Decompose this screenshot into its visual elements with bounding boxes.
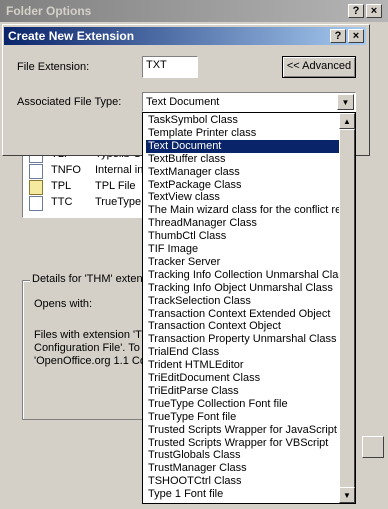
description-line: Files with extension 'TH <box>34 329 150 341</box>
folder-options-button[interactable] <box>362 436 384 458</box>
dropdown-option[interactable]: Transaction Context Extended Object <box>146 308 339 321</box>
dialog-help-button[interactable]: ? <box>330 29 346 43</box>
dropdown-option[interactable]: Tracking Info Object Unmarshal Class <box>146 282 339 295</box>
file-extension-input[interactable]: TXT <box>142 56 198 78</box>
dropdown-option[interactable]: Transaction Context Object <box>146 320 339 333</box>
info-file-icon <box>29 164 43 179</box>
folder-options-title: Folder Options <box>6 4 92 18</box>
dropdown-option[interactable]: TrackSelection Class <box>146 295 339 308</box>
dropdown-arrow-icon[interactable]: ▼ <box>337 94 354 110</box>
template-file-icon <box>29 180 43 195</box>
folder-options-close-button[interactable]: × <box>366 4 382 18</box>
file-type-name: Internal in <box>95 164 144 176</box>
dropdown-option[interactable]: Text Document <box>146 139 339 153</box>
description-line: 'OpenOffice.org 1.1 Co <box>34 355 146 367</box>
file-extension-label: File Extension: <box>17 61 90 73</box>
dropdown-option[interactable]: Trusted Scripts Wrapper for JavaScript <box>146 424 339 437</box>
dropdown-option[interactable]: ThreadManager Class <box>146 217 339 230</box>
description-line: Configuration File'. To <box>34 342 140 354</box>
dropdown-option[interactable]: TrueType Collection Font file <box>146 398 339 411</box>
dropdown-option[interactable]: Template Printer class <box>146 127 339 140</box>
font-file-icon <box>29 196 43 211</box>
dropdown-option[interactable]: Trident HTMLEditor <box>146 359 339 372</box>
scroll-thumb[interactable] <box>339 129 355 491</box>
file-type-ext: TPL <box>51 180 72 192</box>
opens-with-label: Opens with: <box>34 298 93 310</box>
folder-options-titlebar[interactable]: Folder Options <box>0 0 388 22</box>
dropdown-option[interactable]: Transaction Property Unmarshal Class <box>146 333 339 346</box>
dropdown-option[interactable]: TaskSymbol Class <box>146 114 339 127</box>
dropdown-option[interactable]: TextView class <box>146 191 339 204</box>
dropdown-option[interactable]: TriEditDocument Class <box>146 372 339 385</box>
dropdown-option[interactable]: TriEditParse Class <box>146 385 339 398</box>
dropdown-option[interactable]: TextPackage Class <box>146 179 339 192</box>
dropdown-option[interactable]: TextBuffer class <box>146 153 339 166</box>
associated-file-type-label: Associated File Type: <box>17 96 122 108</box>
dropdown-option[interactable]: Trusted Scripts Wrapper for VBScript <box>146 437 339 450</box>
file-types-list[interactable]: TLI Typelib G TNFO Internal in TPL TPL F… <box>22 146 152 218</box>
dropdown-option[interactable]: TSHOOTCtrl Class <box>146 475 339 488</box>
dropdown-option[interactable]: Type 1 Font file <box>146 488 339 501</box>
dropdown-option[interactable]: TrustManager Class <box>146 462 339 475</box>
file-type-ext: TTC <box>51 196 73 208</box>
file-type-ext: TNFO <box>51 164 81 176</box>
associated-file-type-value: Text Document <box>146 96 220 108</box>
details-group-label: Details for 'THM' exten <box>30 273 145 285</box>
advanced-button[interactable]: << Advanced <box>282 56 356 78</box>
dropdown-option[interactable]: TIF Image <box>146 243 339 256</box>
file-type-dropdown-list[interactable]: TaskSymbol Class Template Printer class Te… <box>142 112 356 504</box>
dropdown-option[interactable]: TrueType Font file <box>146 411 339 424</box>
dropdown-option[interactable]: The Main wizard class for the conflict r… <box>146 204 339 217</box>
folder-options-help-button[interactable]: ? <box>348 4 364 18</box>
scroll-down-icon[interactable]: ▼ <box>339 487 355 503</box>
dropdown-option[interactable]: TrustGlobals Class <box>146 449 339 462</box>
scroll-up-icon[interactable]: ▲ <box>339 113 355 129</box>
file-type-row[interactable]: TNFO Internal in <box>23 163 151 179</box>
dropdown-option[interactable]: TrialEnd Class <box>146 346 339 359</box>
file-type-row[interactable]: TTC TrueType <box>23 195 151 211</box>
dropdown-option[interactable]: Tracker Server <box>146 256 339 269</box>
dialog-close-button[interactable]: × <box>348 29 364 43</box>
file-type-name: TPL File <box>95 180 136 192</box>
dropdown-option[interactable]: TextManager class <box>146 166 339 179</box>
create-new-extension-titlebar[interactable]: Create New Extension <box>4 27 366 45</box>
file-type-row[interactable]: TPL TPL File <box>23 179 151 195</box>
dialog-title: Create New Extension <box>8 29 135 43</box>
dropdown-option[interactable]: Tracking Info Collection Unmarshal Class <box>146 269 339 282</box>
dropdown-scrollbar[interactable]: ▲ ▼ <box>339 113 355 503</box>
dropdown-option[interactable]: ThumbCtl Class <box>146 230 339 243</box>
file-type-name: TrueType <box>95 196 142 208</box>
